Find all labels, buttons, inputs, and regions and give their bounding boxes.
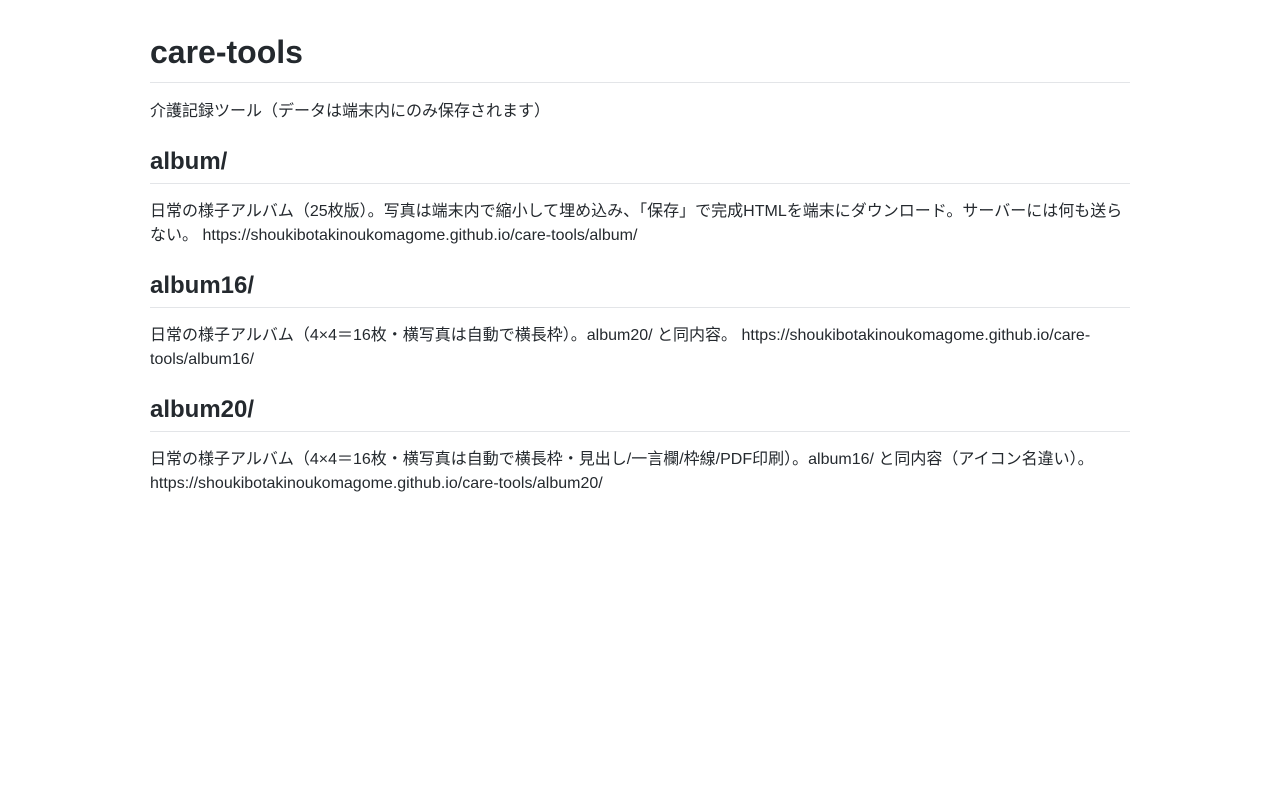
section-description: 日常の様子アルバム（25枚版）。写真は端末内で縮小して埋め込み、「保存」で完成H… bbox=[150, 184, 1130, 248]
page-title: care-tools bbox=[150, 0, 1130, 83]
album20-link[interactable]: https://shoukibotakinoukomagome.github.i… bbox=[150, 475, 603, 492]
description-text: 日常の様子アルバム（4×4＝16枚・横写真は自動で横長枠・見出し/一言欄/枠線/… bbox=[150, 451, 1094, 468]
section-description: 日常の様子アルバム（4×4＝16枚・横写真は自動で横長枠・見出し/一言欄/枠線/… bbox=[150, 432, 1130, 496]
readme-page: care-tools 介護記録ツール（データは端末内にのみ保存されます） alb… bbox=[150, 0, 1130, 496]
section-heading: album20/ bbox=[150, 372, 1130, 432]
section-album: album/ 日常の様子アルバム（25枚版）。写真は端末内で縮小して埋め込み、「… bbox=[150, 124, 1130, 248]
description-text: 日常の様子アルバム（4×4＝16枚・横写真は自動で横長枠）。album20/ と… bbox=[150, 327, 738, 344]
section-heading: album16/ bbox=[150, 248, 1130, 308]
page-intro: 介護記録ツール（データは端末内にのみ保存されます） bbox=[150, 103, 551, 120]
section-description: 日常の様子アルバム（4×4＝16枚・横写真は自動で横長枠）。album20/ と… bbox=[150, 308, 1130, 372]
album-link[interactable]: https://shoukibotakinoukomagome.github.i… bbox=[202, 227, 637, 244]
section-album20: album20/ 日常の様子アルバム（4×4＝16枚・横写真は自動で横長枠・見出… bbox=[150, 372, 1130, 496]
section-heading: album/ bbox=[150, 124, 1130, 184]
section-album16: album16/ 日常の様子アルバム（4×4＝16枚・横写真は自動で横長枠）。a… bbox=[150, 248, 1130, 372]
